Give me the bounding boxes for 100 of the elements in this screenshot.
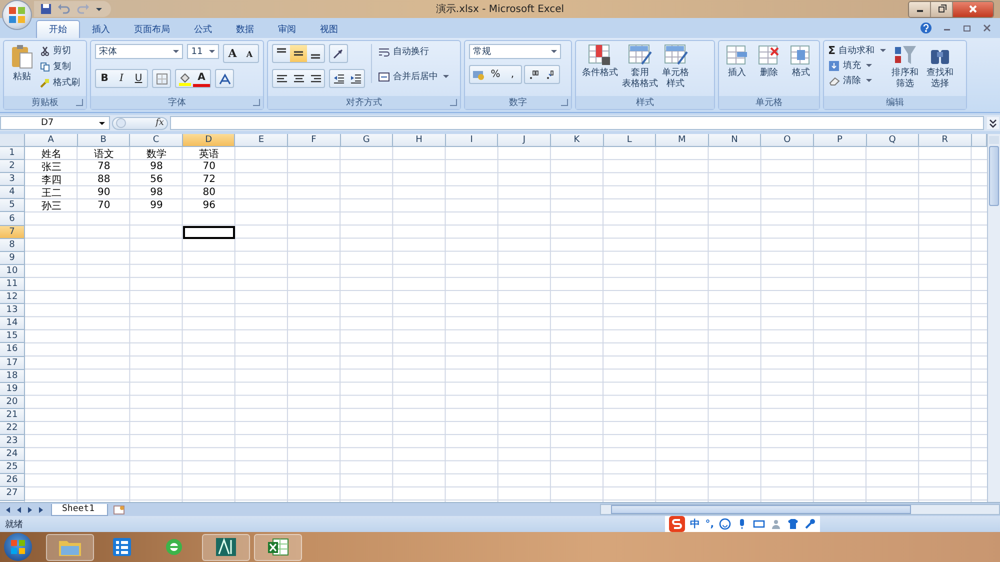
column-header[interactable]: F bbox=[288, 134, 341, 147]
cell-styles-button[interactable]: 单元格 样式 bbox=[660, 44, 691, 90]
row-header[interactable]: 18 bbox=[0, 370, 25, 383]
column-header[interactable]: O bbox=[761, 134, 814, 147]
grow-font-button[interactable]: A bbox=[224, 45, 241, 62]
office-button[interactable] bbox=[3, 1, 31, 29]
clear-button[interactable]: 清除 bbox=[828, 74, 886, 87]
format-as-table-button[interactable]: 套用 表格格式 bbox=[620, 44, 660, 90]
italic-button[interactable]: I bbox=[113, 70, 130, 87]
column-header[interactable]: L bbox=[604, 134, 656, 147]
ribbon-tab[interactable]: 审阅 bbox=[266, 20, 308, 38]
percent-button[interactable]: % bbox=[487, 66, 504, 83]
find-select-button[interactable]: 查找和 选择 bbox=[924, 44, 956, 90]
formula-field[interactable] bbox=[170, 116, 984, 130]
fill-button[interactable]: 填充 bbox=[828, 59, 886, 72]
delete-button[interactable]: 删除 bbox=[755, 44, 783, 79]
underline-button[interactable]: U bbox=[130, 70, 147, 87]
row-header[interactable]: 19 bbox=[0, 382, 25, 396]
row-header[interactable]: 7 bbox=[0, 226, 25, 239]
restore-icon[interactable] bbox=[962, 23, 972, 33]
sheet-tab[interactable]: Sheet1 bbox=[51, 504, 108, 516]
ribbon-tab[interactable]: 插入 bbox=[80, 20, 122, 38]
row-header[interactable]: 1 bbox=[0, 147, 25, 160]
cut-button[interactable]: 剪切 bbox=[40, 44, 80, 57]
column-header[interactable]: R bbox=[919, 134, 972, 147]
row-header[interactable]: 6 bbox=[0, 212, 25, 226]
merge-center-button[interactable]: 合并后居中 bbox=[378, 70, 449, 83]
row-header[interactable]: 10 bbox=[0, 264, 25, 278]
column-header[interactable]: B bbox=[78, 134, 130, 147]
column-header[interactable]: H bbox=[393, 134, 446, 147]
conditional-format-button[interactable]: 条件格式 bbox=[580, 44, 620, 79]
font-size-field[interactable]: 11 bbox=[187, 44, 219, 59]
row-header[interactable]: 23 bbox=[0, 435, 25, 448]
row-header[interactable]: 8 bbox=[0, 238, 25, 252]
column-header[interactable]: Q bbox=[866, 134, 920, 147]
column-header[interactable]: C bbox=[130, 134, 183, 147]
dialog-launcher-icon[interactable] bbox=[253, 99, 260, 106]
input-mode-text[interactable]: 中 bbox=[690, 517, 700, 531]
format-button[interactable]: 格式 bbox=[787, 44, 815, 79]
row-header[interactable]: 15 bbox=[0, 330, 25, 344]
paste-button[interactable]: 粘贴 bbox=[8, 44, 36, 83]
taskbar-button[interactable] bbox=[46, 534, 94, 560]
ribbon-tab[interactable]: 页面布局 bbox=[122, 20, 182, 38]
ribbon-tab[interactable]: 开始 bbox=[36, 20, 80, 38]
column-header[interactable]: E bbox=[235, 134, 288, 147]
restore-button[interactable] bbox=[931, 2, 953, 16]
insert-function-button[interactable]: fx bbox=[156, 118, 164, 128]
row-header[interactable]: 26 bbox=[0, 474, 25, 488]
row-header[interactable]: 24 bbox=[0, 448, 25, 462]
minimize-button[interactable] bbox=[909, 2, 931, 16]
row-header[interactable]: 13 bbox=[0, 304, 25, 318]
column-header[interactable]: M bbox=[656, 134, 709, 147]
close-icon[interactable] bbox=[982, 23, 992, 33]
dialog-launcher-icon[interactable] bbox=[450, 99, 457, 106]
bold-button[interactable]: B bbox=[96, 70, 113, 87]
row-header[interactable]: 25 bbox=[0, 461, 25, 474]
save-icon[interactable] bbox=[40, 3, 52, 15]
row-header[interactable]: 21 bbox=[0, 408, 25, 422]
column-header[interactable]: N bbox=[708, 134, 762, 147]
row-header[interactable]: 14 bbox=[0, 317, 25, 330]
row-header[interactable]: 27 bbox=[0, 487, 25, 501]
active-cell[interactable] bbox=[182, 226, 236, 239]
insert-button[interactable]: 插入 bbox=[723, 44, 751, 79]
column-header[interactable]: P bbox=[814, 134, 866, 147]
format-painter-button[interactable]: 格式刷 bbox=[40, 76, 80, 89]
shirt-icon[interactable] bbox=[787, 518, 799, 530]
wrap-text-button[interactable]: 自动换行 bbox=[378, 45, 449, 58]
row-header[interactable]: 12 bbox=[0, 291, 25, 304]
row-header[interactable]: 16 bbox=[0, 343, 25, 356]
column-header[interactable]: G bbox=[340, 134, 394, 147]
column-header[interactable]: J bbox=[498, 134, 551, 147]
vertical-align-button[interactable] bbox=[290, 45, 307, 62]
row-header[interactable]: 3 bbox=[0, 173, 25, 186]
row-header[interactable]: 9 bbox=[0, 252, 25, 265]
row-header[interactable]: 20 bbox=[0, 396, 25, 409]
close-button[interactable] bbox=[953, 2, 993, 16]
row-header[interactable]: 22 bbox=[0, 422, 25, 436]
start-button[interactable] bbox=[4, 533, 32, 561]
slider-handle-icon[interactable] bbox=[116, 118, 126, 128]
name-box[interactable]: D7 bbox=[0, 116, 110, 130]
row-header[interactable]: 4 bbox=[0, 186, 25, 200]
autosum-button[interactable]: Σ 自动求和 bbox=[828, 44, 886, 57]
expand-icon[interactable] bbox=[987, 117, 999, 129]
punctuation-mode-text[interactable]: °, bbox=[705, 518, 714, 530]
dialog-launcher-icon[interactable] bbox=[76, 99, 83, 106]
new-sheet-icon[interactable] bbox=[112, 504, 126, 514]
shrink-font-button[interactable]: A bbox=[241, 45, 258, 62]
comma-button[interactable]: , bbox=[504, 66, 521, 83]
row-header[interactable]: 17 bbox=[0, 356, 25, 370]
row-header[interactable]: 2 bbox=[0, 160, 25, 174]
taskbar-button[interactable] bbox=[254, 534, 302, 560]
ribbon-tab[interactable]: 公式 bbox=[182, 20, 224, 38]
input-method-icon[interactable] bbox=[669, 516, 686, 532]
ribbon-tab[interactable]: 视图 bbox=[308, 20, 350, 38]
font-name-field[interactable]: 宋体 bbox=[95, 44, 184, 59]
column-header[interactable]: I bbox=[446, 134, 498, 147]
row-header[interactable]: 5 bbox=[0, 199, 25, 212]
ribbon-tab[interactable]: 数据 bbox=[224, 20, 266, 38]
horizontal-scrollbar[interactable] bbox=[600, 504, 1000, 515]
dialog-launcher-icon[interactable] bbox=[561, 99, 568, 106]
